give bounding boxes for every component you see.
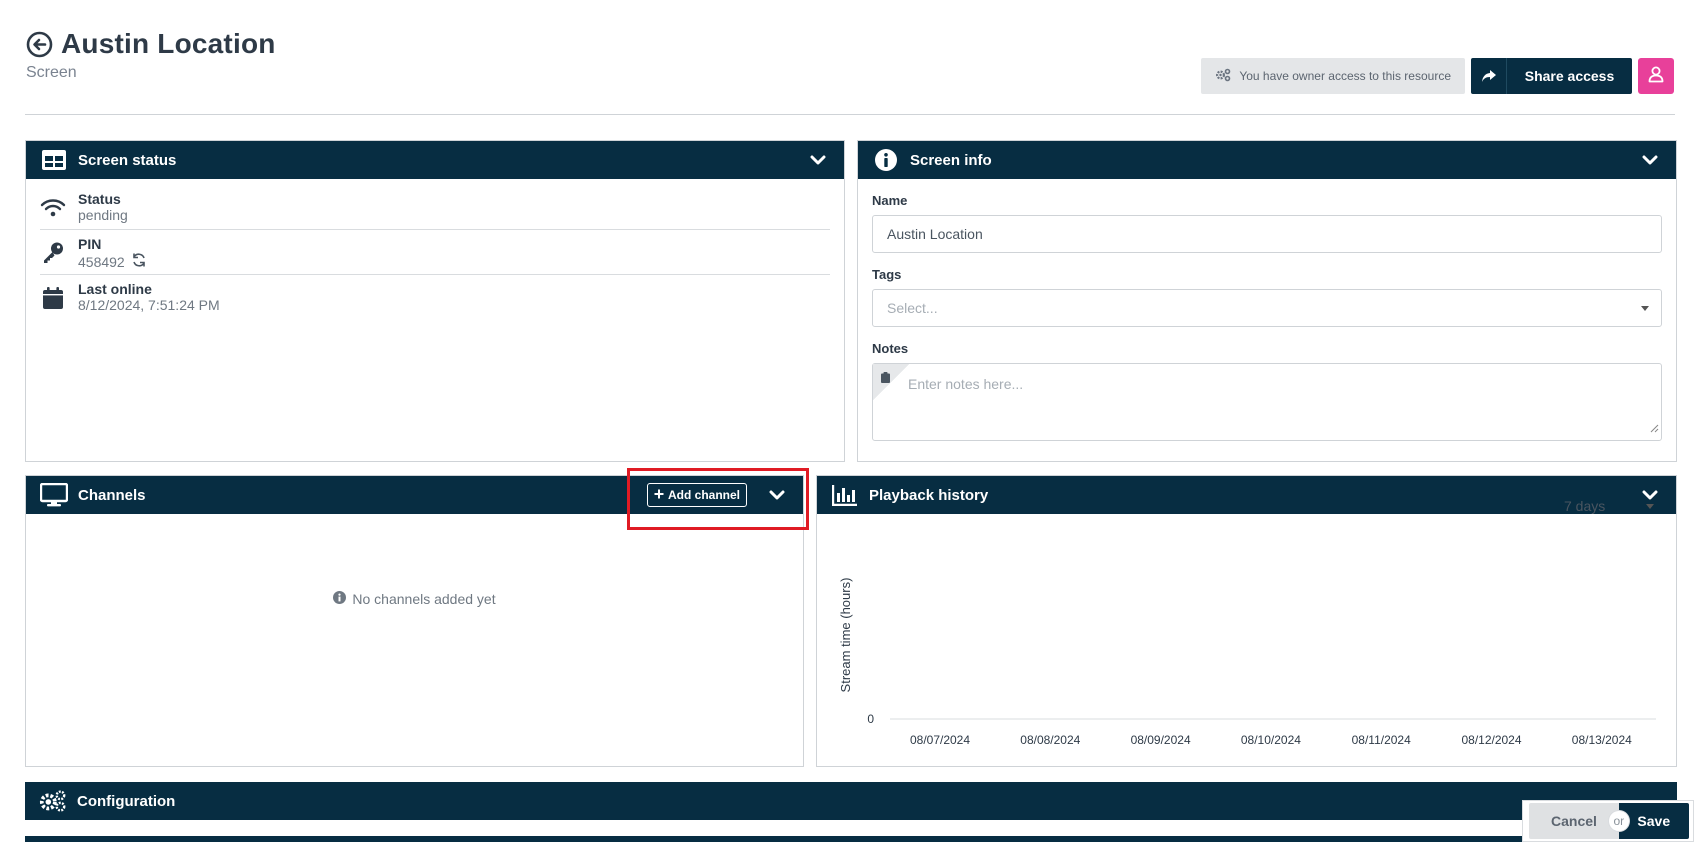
caret-down-icon [1646,503,1654,509]
share-icon [1471,58,1507,94]
share-access-button[interactable]: Share access [1471,58,1632,94]
bar-chart-icon [831,483,859,507]
or-divider: or [1608,810,1630,832]
owner-access-text: You have owner access to this resource [1239,69,1451,83]
clipboard-icon [881,370,890,388]
y-axis-tick: 0 [867,712,874,726]
name-label: Name [872,193,908,208]
screen-status-header[interactable]: Screen status [26,141,844,179]
wifi-icon [40,195,66,221]
playback-history-header[interactable]: Playback history [817,476,1676,514]
x-axis-ticks: 08/07/2024 08/08/2024 08/09/2024 08/10/2024… [910,733,1632,747]
playback-history-panel: Playback history 7 days Stream time (hou… [816,475,1677,767]
pin-label: PIN [78,236,102,252]
tags-label: Tags [872,267,902,282]
range-select[interactable]: 7 days [1564,498,1654,514]
empty-message-text: No channels added yet [352,591,496,607]
channels-panel: Channels Add channel No channels added y… [25,475,804,767]
next-panel-header [25,836,1677,842]
configuration-title: Configuration [77,792,176,810]
calendar-icon [40,285,66,311]
owner-access-badge: You have owner access to this resource [1201,58,1465,94]
key-icon [40,240,66,266]
last-online-value: 8/12/2024, 7:51:24 PM [78,297,220,313]
status-row-status: Status pending [40,185,830,230]
plus-icon [654,488,664,502]
chevron-down-icon[interactable] [1638,148,1662,172]
x-tick-label: 08/10/2024 [1241,733,1301,747]
status-label: Status [78,191,121,207]
channels-title: Channels [78,486,146,504]
name-field[interactable]: Austin Location [872,215,1662,253]
info-circle-icon [333,591,347,607]
playback-history-title: Playback history [869,486,989,504]
status-list: Status pending PIN 458492 Last online 8/… [26,179,844,320]
page-subtitle: Screen [26,64,77,81]
x-tick-label: 08/11/2024 [1352,733,1411,747]
chevron-down-icon[interactable] [806,148,830,172]
tags-select[interactable]: Select... [872,289,1662,327]
screen-status-panel: Screen status Status pending PIN 458492 [25,140,845,462]
chevron-down-icon[interactable] [765,483,789,507]
tags-placeholder: Select... [887,300,938,316]
last-online-label: Last online [78,281,152,297]
back-arrow-icon[interactable] [26,31,53,58]
page-title: Austin Location [61,28,276,59]
notes-label: Notes [872,341,909,356]
gears-icon [1215,68,1231,85]
x-tick-label: 08/12/2024 [1461,733,1521,747]
table-icon [40,148,68,172]
pin-value: 458492 [78,253,125,270]
screen-info-form: Name Austin Location Tags Select... Note… [858,179,1676,455]
monitor-icon [40,483,68,507]
status-row-last-online: Last online 8/12/2024, 7:51:24 PM [40,275,830,320]
caret-down-icon [1641,306,1649,311]
screen-info-panel: Screen info Name Austin Location Tags Se… [857,140,1677,462]
status-value: pending [78,207,128,223]
x-tick-label: 08/09/2024 [1131,733,1191,747]
screen-status-title: Screen status [78,151,177,169]
configuration-header[interactable]: Configuration [25,782,1677,820]
notes-field[interactable]: Enter notes here... [872,363,1662,441]
channels-header[interactable]: Channels Add channel [26,476,803,514]
refresh-icon[interactable] [131,252,147,271]
y-axis-label: Stream time (hours) [838,578,853,693]
info-icon [872,148,900,172]
cancel-button[interactable]: Cancel [1529,803,1619,839]
x-tick-label: 08/07/2024 [910,733,970,747]
x-tick-label: 08/08/2024 [1020,733,1080,747]
add-channel-button[interactable]: Add channel [646,483,747,507]
playback-chart: Stream time (hours) 0 08/07/2024 08/08/20… [838,578,1656,747]
notes-corner [873,364,909,400]
user-icon [1647,65,1665,88]
resize-grip-icon[interactable] [1649,420,1659,438]
screen-info-header[interactable]: Screen info [858,141,1676,179]
user-access-button[interactable] [1638,58,1674,94]
add-channel-label: Add channel [667,488,740,502]
notes-placeholder: Enter notes here... [908,376,1024,392]
header-actions: You have owner access to this resource S… [1201,58,1674,94]
channels-empty-message: No channels added yet [26,591,803,607]
cogs-icon [39,789,67,813]
page-header: Austin Location Screen [26,28,276,82]
share-access-label: Share access [1524,68,1615,84]
header-divider [25,114,1675,115]
status-row-pin: PIN 458492 [40,230,830,275]
range-value: 7 days [1564,498,1606,514]
footer-actions: Cancel or Save [1522,800,1694,842]
screen-info-title: Screen info [910,151,992,169]
x-tick-label: 08/13/2024 [1572,733,1632,747]
